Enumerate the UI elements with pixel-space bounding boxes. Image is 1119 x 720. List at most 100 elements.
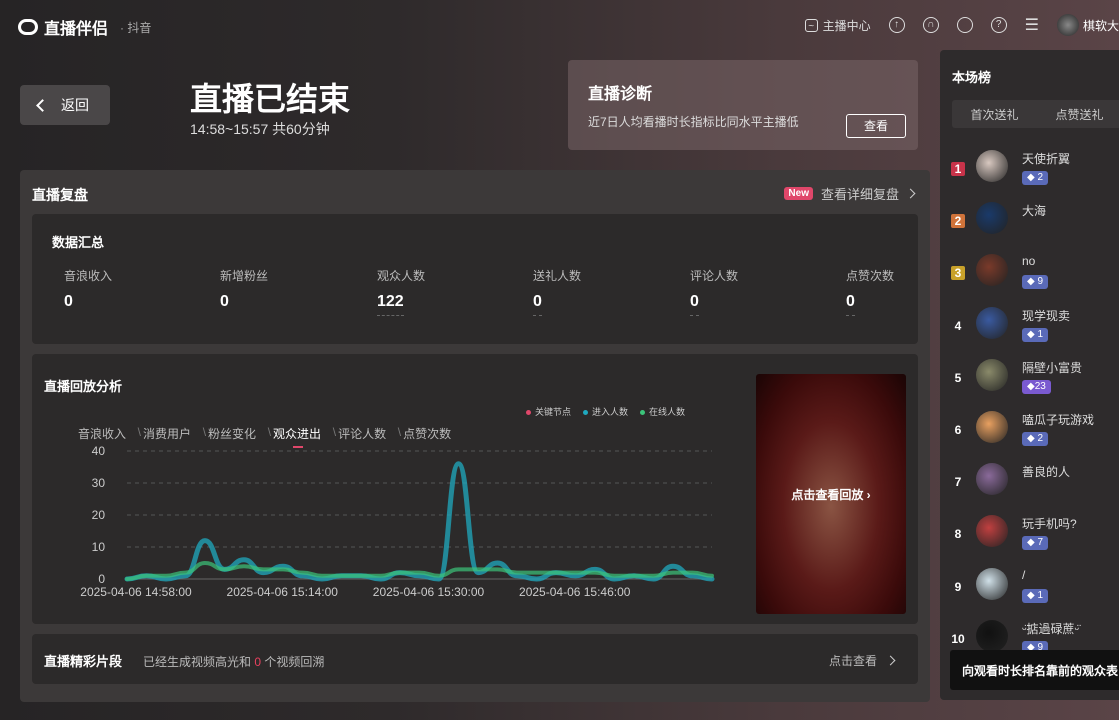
view-diagnosis-button[interactable]: 查看 bbox=[846, 114, 906, 138]
replay-label: 点击查看回放 › bbox=[791, 488, 871, 502]
view-clips-link[interactable]: 点击查看 bbox=[829, 652, 896, 669]
chevron-left-icon bbox=[36, 98, 49, 112]
ranking-item[interactable]: 2 大海 bbox=[940, 202, 1119, 254]
stat-value: 122 bbox=[377, 293, 404, 316]
help-icon[interactable]: ? bbox=[990, 17, 1007, 33]
live-time-range: 14:58~15:57 共60分钟 bbox=[190, 121, 330, 137]
avatar bbox=[976, 202, 1008, 235]
avatar bbox=[976, 515, 1008, 548]
chevron-right-icon bbox=[905, 188, 916, 199]
ranking-item[interactable]: 5 隔壁小富贵 ◆23 bbox=[940, 358, 1119, 411]
fan-level-badge: ◆ 2 bbox=[1022, 171, 1049, 185]
rank-number: 4 bbox=[954, 318, 962, 333]
ranking-item[interactable]: 3 no ◆ 9 bbox=[940, 254, 1119, 306]
detail-review-link[interactable]: New 查看详细复盘 bbox=[784, 184, 916, 203]
analysis-tabs: 音浪收入 消费用户 粉丝变化 观众进出 评论人数 点赞次数 bbox=[78, 425, 468, 448]
viewer-flow-chart[interactable]: 0 10 20 30 40 2025-04-06 14:58:00 2025-04-06 1… bbox=[72, 446, 772, 614]
ranking-item[interactable]: 8 玩手机吗? ◆ 7 bbox=[940, 515, 1119, 567]
stat-value: 0 bbox=[533, 293, 542, 316]
stat-viewers[interactable]: 观众人数 122 bbox=[377, 267, 425, 316]
stat-commenters[interactable]: 评论人数 0 bbox=[690, 267, 738, 316]
rank-number: 5 bbox=[954, 370, 962, 385]
user-name: 现学现卖 bbox=[1022, 308, 1071, 323]
back-button[interactable]: 返回 bbox=[20, 85, 110, 125]
stat-value: 0 bbox=[690, 293, 699, 316]
tab-fan-change[interactable]: 粉丝变化 bbox=[208, 425, 271, 442]
top-bar: 直播伴侣 · 抖音 ~ 主播中心 ↑ ∩ ? ☰ 棋软大 bbox=[0, 0, 1119, 50]
clips-title: 直播精彩片段 bbox=[44, 654, 123, 669]
ranking-item[interactable]: 9 / ◆ 1 bbox=[940, 567, 1119, 620]
stat-gift-income: 音浪收入 0 bbox=[64, 267, 112, 315]
stat-label: 送礼人数 bbox=[533, 269, 582, 283]
menu-icon[interactable]: ☰ bbox=[1025, 15, 1039, 35]
ranking-item[interactable]: 1 天使折翼 ◆ 2 bbox=[940, 150, 1119, 202]
clips-count: 0 bbox=[254, 655, 262, 669]
upload-icon[interactable]: ↑ bbox=[888, 17, 905, 33]
back-label: 返回 bbox=[61, 97, 89, 113]
avatar bbox=[1057, 14, 1079, 36]
avatar bbox=[976, 150, 1008, 182]
ranking-item[interactable]: 7 善良的人 bbox=[940, 463, 1119, 515]
tab-likes[interactable]: 点赞次数 bbox=[403, 425, 460, 442]
fan-level-badge: ◆ 2 bbox=[1022, 432, 1049, 446]
logo-icon bbox=[18, 19, 38, 35]
tab-like-gift[interactable]: 点赞送礼 bbox=[1037, 106, 1119, 123]
x-tick-label: 2025-04-06 15:46:00 bbox=[519, 585, 631, 599]
rank-number: 2 bbox=[951, 214, 965, 229]
user-name: ᵕ̈掂過碌蔗ᵕ̈ bbox=[1022, 621, 1080, 636]
stat-label: 观众人数 bbox=[377, 269, 426, 283]
tab-viewer-flow[interactable]: 观众进出 bbox=[273, 425, 336, 448]
stat-gift-users[interactable]: 送礼人数 0 bbox=[533, 267, 581, 316]
stat-likes[interactable]: 点赞次数 0 bbox=[846, 267, 894, 316]
avatar bbox=[976, 411, 1008, 443]
avatar bbox=[976, 619, 1008, 652]
user-profile[interactable]: 棋软大 bbox=[1057, 14, 1119, 36]
x-tick-label: 2025-04-06 15:14:00 bbox=[227, 585, 339, 599]
tab-commenters[interactable]: 评论人数 bbox=[338, 425, 401, 442]
tab-paying-users[interactable]: 消费用户 bbox=[143, 425, 206, 442]
app-logo: 直播伴侣 · 抖音 bbox=[18, 15, 151, 39]
headset-icon[interactable]: ∩ bbox=[922, 17, 939, 33]
x-tick-label: 2025-04-06 14:58:00 bbox=[80, 585, 192, 599]
app-name: 直播伴侣 bbox=[44, 21, 109, 38]
rank-number: 1 bbox=[951, 162, 965, 176]
rank-number: 7 bbox=[954, 475, 962, 490]
stat-label: 点赞次数 bbox=[846, 269, 895, 283]
page-title: 直播已结束 bbox=[190, 81, 351, 117]
user-name: 嗑瓜子玩游戏 bbox=[1022, 413, 1095, 427]
detail-review-label: 查看详细复盘 bbox=[820, 187, 899, 202]
anchor-center-button[interactable]: ~ 主播中心 bbox=[804, 17, 871, 34]
rank-number: 9 bbox=[954, 579, 962, 594]
chat-icon[interactable] bbox=[956, 17, 973, 33]
diagnosis-text: 近7日人均看播时长指标比同水平主播低 bbox=[588, 115, 799, 129]
replay-thumbnail[interactable]: 点击查看回放 › bbox=[756, 374, 906, 614]
avatar bbox=[976, 254, 1008, 287]
rank-number: 6 bbox=[954, 423, 962, 437]
tab-gift-income[interactable]: 音浪收入 bbox=[78, 425, 141, 442]
user-name: 大海 bbox=[1022, 204, 1047, 219]
fan-level-badge: ◆23 bbox=[1022, 379, 1051, 394]
user-name: 隔壁小富贵 bbox=[1022, 360, 1083, 375]
ranking-item[interactable]: 4 现学现卖 ◆ 1 bbox=[940, 306, 1119, 359]
new-badge: New bbox=[784, 187, 813, 200]
chart-icon: ~ bbox=[804, 18, 818, 32]
stat-value: 0 bbox=[846, 293, 855, 316]
series-line-enter bbox=[124, 461, 715, 582]
avatar bbox=[976, 567, 1008, 600]
top-toolbar: ~ 主播中心 ↑ ∩ ? ☰ 棋软大 bbox=[804, 12, 1119, 38]
x-tick-label: 2025-04-06 15:30:00 bbox=[373, 585, 485, 599]
stat-label: 新增粉丝 bbox=[220, 269, 269, 283]
summary-title: 数据汇总 bbox=[52, 235, 105, 250]
y-tick-label: 20 bbox=[92, 508, 106, 522]
y-tick-label: 30 bbox=[92, 476, 106, 490]
stat-new-fans: 新增粉丝 0 bbox=[220, 267, 268, 315]
y-tick-label: 10 bbox=[92, 540, 106, 554]
anchor-center-label: 主播中心 bbox=[822, 18, 871, 33]
avatar bbox=[976, 463, 1008, 496]
diagnosis-title: 直播诊断 bbox=[588, 86, 653, 103]
platform-label: · 抖音 bbox=[120, 20, 152, 35]
clips-description: 已经生成视频高光和 0 个视频回溯 bbox=[143, 655, 325, 669]
tab-first-gift[interactable]: 首次送礼 bbox=[952, 106, 1037, 123]
ranking-item[interactable]: 6 嗑瓜子玩游戏 ◆ 2 bbox=[940, 411, 1119, 463]
user-name: 善良的人 bbox=[1022, 465, 1071, 480]
